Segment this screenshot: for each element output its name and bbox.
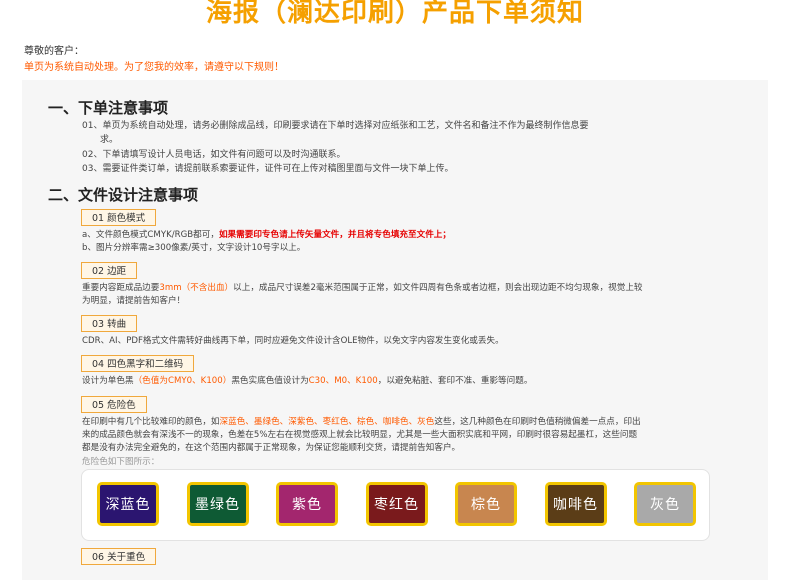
danger-line-3: 都是没有办法完全避免的，在这个范围内都属于正常现象，为保证您能顺利交货，请提前告… — [82, 443, 461, 453]
tag-heavy-colors: 06 关于重色 — [81, 548, 157, 565]
color-swatch: 棕色 — [455, 482, 517, 526]
color-swatch: 灰色 — [634, 482, 696, 526]
danger-caption: 危险色如下图所示： — [82, 457, 160, 467]
color-swatch: 紫色 — [276, 482, 338, 526]
tag-margin: 02 边距 — [81, 262, 138, 279]
order-note-2: 02、下单请填写设计人员电话，如文件有问题可以及时沟通联系。 — [82, 150, 346, 160]
margin-highlight: 3mm（不含出血） — [159, 283, 234, 293]
black-text-value-1: （色值为CMY0、K100） — [133, 376, 232, 386]
color-mode-a: a、文件颜色模式CMYK/RGB都可，如果需要印专色请上传矢量文件，并且将专色填… — [82, 228, 451, 242]
order-note-1: 01、单页为系统自动处理，请务必删除成品线，印刷要求请在下单时选择对应纸张和工艺… — [82, 121, 589, 131]
color-swatch: 墨绿色 — [186, 482, 249, 526]
tag-danger-colors: 05 危险色 — [81, 396, 147, 413]
tag-black-text: 04 四色黑字和二维码 — [81, 355, 195, 372]
danger-line-1-pre: 在印刷中有几个比较难印的颜色，如 — [82, 417, 220, 427]
danger-color-swatches: 深蓝色 墨绿色 紫色 枣红色 棕色 咖啡色 灰色 — [81, 469, 710, 541]
black-text-mid: 黑色实底色值设计为 — [231, 376, 309, 386]
system-notice: 单页为系统自动处理。为了您我的效率，请遵守以下规则！ — [24, 62, 284, 73]
greeting: 尊敬的客户： — [24, 46, 84, 57]
color-swatch: 咖啡色 — [544, 482, 607, 526]
tag-color-mode: 01 颜色模式 — [81, 209, 157, 226]
danger-line-1-post: 这些，这几种颜色在印刷时色值稍微偏差一点点，印出 — [434, 417, 641, 427]
color-mode-b: b、图片分辨率需≥300像素/英寸，文字设计10号字以上。 — [82, 243, 306, 253]
curves-line: CDR、AI、PDF格式文件需转好曲线再下单，同时应避免文件设计含OLE物件，以… — [82, 336, 504, 346]
color-swatch: 枣红色 — [365, 482, 428, 526]
section-title-order: 一、下单注意事项 — [48, 99, 169, 117]
margin-line-1-post: 以上，成品尺寸误差2毫米范围属于正常，如文件四周有色条或者边框，则会出现边距不均… — [233, 283, 643, 293]
black-text-value-2: C30、M0、K100 — [308, 376, 378, 386]
color-mode-a-warning: 如果需要印专色请上传矢量文件，并且将专色填充至文件上； — [218, 230, 451, 240]
order-note-3: 03、需要证件类订单，请提前联系索要证件，证件可在上传对稿图里面与文件一块下单上… — [82, 164, 454, 174]
black-text-line: 设计为单色黑（色值为CMY0、K100）黑色实底色值设计为C30、M0、K100… — [82, 374, 532, 388]
black-text-pre: 设计为单色黑 — [82, 376, 134, 386]
margin-line-2: 为明显，请提前告知客户！ — [82, 296, 186, 306]
color-swatch: 深蓝色 — [97, 482, 159, 526]
danger-line-2: 来的成品颜色就会有深浅不一的现象，色差在5%左右在视觉感观上就会比较明显，尤其是… — [82, 430, 638, 440]
margin-line-1: 重要内容距成品边要3mm（不含出血）以上，成品尺寸误差2毫米范围属于正常，如文件… — [82, 281, 643, 295]
color-mode-a-text: a、文件颜色模式CMYK/RGB都可， — [82, 230, 219, 240]
order-note-1-cont: 求。 — [100, 135, 119, 145]
tag-curves: 03 转曲 — [81, 315, 138, 332]
black-text-post: ，以避免粘脏、套印不准、重影等问题。 — [377, 376, 533, 386]
danger-line-1: 在印刷中有几个比较难印的颜色，如深蓝色、墨绿色、深紫色、枣红色、棕色、咖啡色、灰… — [82, 415, 641, 429]
margin-line-1-pre: 重要内容距成品边要 — [82, 283, 160, 293]
section-title-design: 二、文件设计注意事项 — [48, 186, 199, 204]
danger-color-list: 深蓝色、墨绿色、深紫色、枣红色、棕色、咖啡色、灰色 — [219, 417, 435, 427]
page-title: 海报（澜达印刷）产品下单须知 — [205, 0, 584, 28]
